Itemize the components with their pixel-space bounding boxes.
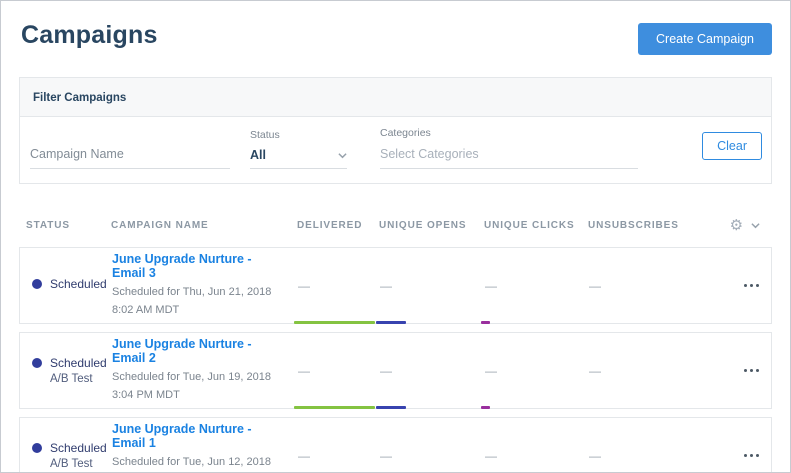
table-header-row: STATUS CAMPAIGN NAME DELIVERED UNIQUE OP… <box>19 218 772 247</box>
column-header-delivered: DELIVERED <box>297 220 379 231</box>
campaign-schedule-text: Scheduled for Thu, Jun 21, 2018 8:02 AM … <box>112 284 288 319</box>
chevron-down-icon <box>751 221 760 230</box>
status-text: Scheduled <box>50 277 107 291</box>
unique-clicks-value: — <box>485 279 589 293</box>
ab-test-text: A/B Test <box>50 373 107 385</box>
unsubscribes-value: — <box>589 364 692 378</box>
campaign-schedule-text: Scheduled for Tue, Jun 12, 2018 3:04 PM … <box>112 454 288 473</box>
unique-opens-value: — <box>380 449 485 463</box>
row-overflow-menu-icon[interactable] <box>744 369 771 372</box>
status-dot-icon <box>32 443 42 453</box>
ab-test-text: A/B Test <box>50 458 107 470</box>
status-field: Status All <box>250 129 347 169</box>
categories-label: Categories <box>380 127 638 141</box>
delivered-value: — <box>298 364 380 378</box>
campaign-name-cell: June Upgrade Nurture - Email 3 Scheduled… <box>112 252 298 319</box>
column-header-unique-clicks: UNIQUE CLICKS <box>484 220 588 231</box>
unique-clicks-value: — <box>485 449 589 463</box>
status-selected-value: All <box>250 148 266 162</box>
status-cell: Scheduled A/B Test <box>27 441 112 470</box>
opens-metric-bar <box>376 406 406 409</box>
status-dot-icon <box>32 358 42 368</box>
unsubscribes-value: — <box>589 449 692 463</box>
delivered-metric-bar <box>294 406 375 409</box>
create-campaign-button[interactable]: Create Campaign <box>638 23 772 55</box>
campaign-name-cell: June Upgrade Nurture - Email 2 Scheduled… <box>112 337 298 404</box>
status-cell: Scheduled <box>27 277 112 294</box>
campaign-name-label <box>30 127 230 141</box>
campaigns-page: Campaigns Create Campaign Filter Campaig… <box>0 0 791 473</box>
campaign-name-input[interactable] <box>30 142 230 169</box>
delivered-metric-bar <box>294 321 375 324</box>
filter-panel: Filter Campaigns Status All Categories C… <box>19 77 772 184</box>
categories-input[interactable] <box>380 142 638 169</box>
gear-icon: ⚙ <box>730 218 744 233</box>
campaign-link[interactable]: June Upgrade Nurture - Email 1 <box>112 422 288 450</box>
campaign-name-field <box>30 127 230 169</box>
status-select[interactable]: All <box>250 144 347 169</box>
delivered-value: — <box>298 449 380 463</box>
status-cell: Scheduled A/B Test <box>27 356 112 385</box>
page-header: Campaigns Create Campaign <box>1 1 790 55</box>
table-row: Scheduled A/B Test June Upgrade Nurture … <box>19 332 772 409</box>
unique-opens-value: — <box>380 364 485 378</box>
column-header-campaign-name: CAMPAIGN NAME <box>111 220 297 231</box>
status-text: Scheduled <box>50 356 107 370</box>
opens-metric-bar <box>376 321 406 324</box>
unsubscribes-value: — <box>589 279 692 293</box>
delivered-value: — <box>298 279 380 293</box>
chevron-down-icon <box>338 151 347 160</box>
unique-clicks-value: — <box>485 364 589 378</box>
column-header-unique-opens: UNIQUE OPENS <box>379 220 484 231</box>
row-overflow-menu-icon[interactable] <box>744 284 771 287</box>
page-title: Campaigns <box>21 21 158 50</box>
filter-panel-header: Filter Campaigns <box>20 78 771 117</box>
table-row: Scheduled A/B Test June Upgrade Nurture … <box>19 417 772 473</box>
clicks-metric-bar <box>481 321 490 324</box>
table-settings-control[interactable]: ⚙ <box>730 218 772 233</box>
campaign-schedule-text: Scheduled for Tue, Jun 19, 2018 3:04 PM … <box>112 369 288 404</box>
campaign-name-cell: June Upgrade Nurture - Email 1 Scheduled… <box>112 422 298 473</box>
campaign-link[interactable]: June Upgrade Nurture - Email 3 <box>112 252 288 280</box>
column-header-unsubscribes: UNSUBSCRIBES <box>588 220 691 231</box>
unique-opens-value: — <box>380 279 485 293</box>
column-header-status: STATUS <box>26 220 111 231</box>
clicks-metric-bar <box>481 406 490 409</box>
campaign-link[interactable]: June Upgrade Nurture - Email 2 <box>112 337 288 365</box>
status-text: Scheduled <box>50 441 107 455</box>
filter-body: Status All Categories Clear <box>20 117 771 183</box>
clear-filters-button[interactable]: Clear <box>702 132 762 160</box>
status-dot-icon <box>32 279 42 289</box>
status-label: Status <box>250 129 347 143</box>
table-row: Scheduled June Upgrade Nurture - Email 3… <box>19 247 772 324</box>
row-overflow-menu-icon[interactable] <box>744 454 771 457</box>
categories-field: Categories <box>380 127 638 169</box>
filter-panel-title: Filter Campaigns <box>33 92 126 104</box>
